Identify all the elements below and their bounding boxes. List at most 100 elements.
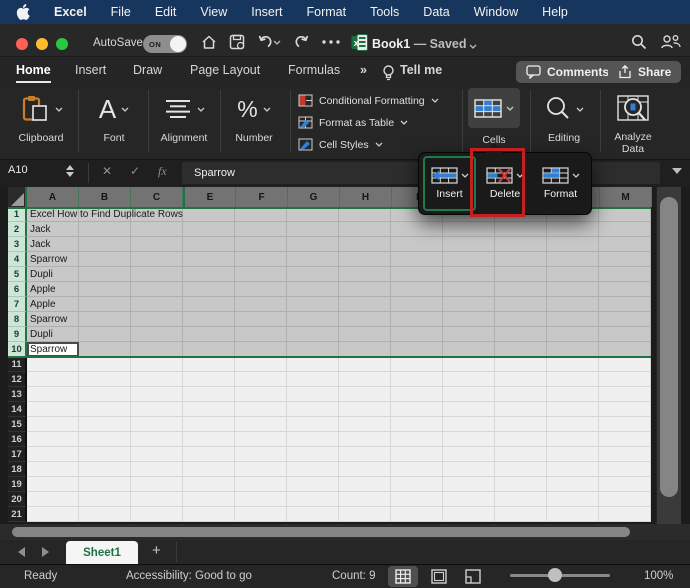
cell-K10[interactable] (495, 342, 547, 357)
cell-I20[interactable] (391, 492, 443, 507)
cell-G15[interactable] (287, 417, 339, 432)
cell-A15[interactable] (27, 417, 79, 432)
cell-M19[interactable] (599, 477, 651, 492)
cell-F17[interactable] (235, 447, 287, 462)
cell-M20[interactable] (599, 492, 651, 507)
cell-A12[interactable] (27, 372, 79, 387)
cell-E18[interactable] (183, 462, 235, 477)
cell-B17[interactable] (79, 447, 131, 462)
cell-G16[interactable] (287, 432, 339, 447)
cell-L15[interactable] (547, 417, 599, 432)
minimize-window-button[interactable] (36, 38, 48, 50)
column-header-A[interactable]: A (27, 187, 79, 207)
cell-B15[interactable] (79, 417, 131, 432)
cell-M12[interactable] (599, 372, 651, 387)
cell-G20[interactable] (287, 492, 339, 507)
close-window-button[interactable] (16, 38, 28, 50)
formula-bar-expand-icon[interactable] (672, 168, 682, 174)
column-header-B[interactable]: B (79, 187, 131, 207)
column-header-F[interactable]: F (236, 187, 288, 207)
cell-A8[interactable]: Sparrow (27, 312, 79, 327)
menu-item-edit[interactable]: Edit (155, 5, 177, 19)
cell-I4[interactable] (391, 252, 443, 267)
cell-M10[interactable] (599, 342, 651, 357)
cell-E1[interactable] (183, 207, 235, 222)
cell-H9[interactable] (339, 327, 391, 342)
cell-C13[interactable] (131, 387, 183, 402)
row-header-21[interactable]: 21 (8, 507, 27, 522)
tab-home[interactable]: Home (16, 63, 51, 83)
cell-I9[interactable] (391, 327, 443, 342)
home-icon[interactable] (198, 33, 220, 51)
cell-E13[interactable] (183, 387, 235, 402)
cell-H10[interactable] (339, 342, 391, 357)
menu-item-insert[interactable]: Insert (251, 5, 282, 19)
accessibility-status[interactable]: Accessibility: Good to go (126, 570, 252, 582)
row-header-7[interactable]: 7 (8, 297, 27, 312)
row-header-3[interactable]: 3 (8, 237, 27, 252)
fx-icon[interactable]: fx (158, 164, 167, 179)
cell-G13[interactable] (287, 387, 339, 402)
enter-icon[interactable]: ✓ (130, 164, 140, 178)
cell-A5[interactable]: Dupli (27, 267, 79, 282)
editing-group-button[interactable]: Editing (536, 90, 592, 144)
row-header-1[interactable]: 1 (8, 207, 27, 222)
name-box-spinner[interactable] (66, 165, 74, 177)
cell-M11[interactable] (599, 357, 651, 372)
cell-C16[interactable] (131, 432, 183, 447)
cell-M2[interactable] (599, 222, 651, 237)
select-all-corner[interactable] (8, 187, 27, 207)
cell-E12[interactable] (183, 372, 235, 387)
cell-G6[interactable] (287, 282, 339, 297)
row-header-8[interactable]: 8 (8, 312, 27, 327)
cell-I11[interactable] (391, 357, 443, 372)
cell-K13[interactable] (495, 387, 547, 402)
cell-I5[interactable] (391, 267, 443, 282)
tab-formulas[interactable]: Formulas (288, 63, 340, 77)
row-header-2[interactable]: 2 (8, 222, 27, 237)
document-title[interactable]: Book1 — Saved (372, 37, 467, 51)
cell-C14[interactable] (131, 402, 183, 417)
cell-K5[interactable] (495, 267, 547, 282)
cell-L5[interactable] (547, 267, 599, 282)
save-icon[interactable] (226, 33, 248, 51)
cell-E19[interactable] (183, 477, 235, 492)
tab-page-layout[interactable]: Page Layout (190, 63, 260, 77)
cell-M4[interactable] (599, 252, 651, 267)
cell-J12[interactable] (443, 372, 495, 387)
cell-H13[interactable] (339, 387, 391, 402)
cell-M14[interactable] (599, 402, 651, 417)
cell-G9[interactable] (287, 327, 339, 342)
cells-group-button[interactable] (468, 88, 520, 128)
cell-C2[interactable] (131, 222, 183, 237)
cell-I6[interactable] (391, 282, 443, 297)
cell-H3[interactable] (339, 237, 391, 252)
cell-A17[interactable] (27, 447, 79, 462)
cell-B18[interactable] (79, 462, 131, 477)
cell-L8[interactable] (547, 312, 599, 327)
row-header-10[interactable]: 10 (8, 342, 27, 357)
share-button[interactable]: Share (608, 61, 681, 83)
cell-G21[interactable] (287, 507, 339, 522)
cell-J19[interactable] (443, 477, 495, 492)
cell-L19[interactable] (547, 477, 599, 492)
cell-C21[interactable] (131, 507, 183, 522)
cell-A10[interactable]: Sparrow (27, 342, 79, 357)
cell-K14[interactable] (495, 402, 547, 417)
cell-A3[interactable]: Jack (27, 237, 79, 252)
cell-H15[interactable] (339, 417, 391, 432)
cell-styles-button[interactable]: Cell Styles (298, 138, 383, 151)
row-header-6[interactable]: 6 (8, 282, 27, 297)
cell-F16[interactable] (235, 432, 287, 447)
cell-H2[interactable] (339, 222, 391, 237)
cell-C10[interactable] (131, 342, 183, 357)
cell-A19[interactable] (27, 477, 79, 492)
cell-M6[interactable] (599, 282, 651, 297)
cell-H18[interactable] (339, 462, 391, 477)
cell-K20[interactable] (495, 492, 547, 507)
cell-F14[interactable] (235, 402, 287, 417)
cell-B13[interactable] (79, 387, 131, 402)
cell-L13[interactable] (547, 387, 599, 402)
cell-J14[interactable] (443, 402, 495, 417)
menu-item-tools[interactable]: Tools (370, 5, 399, 19)
